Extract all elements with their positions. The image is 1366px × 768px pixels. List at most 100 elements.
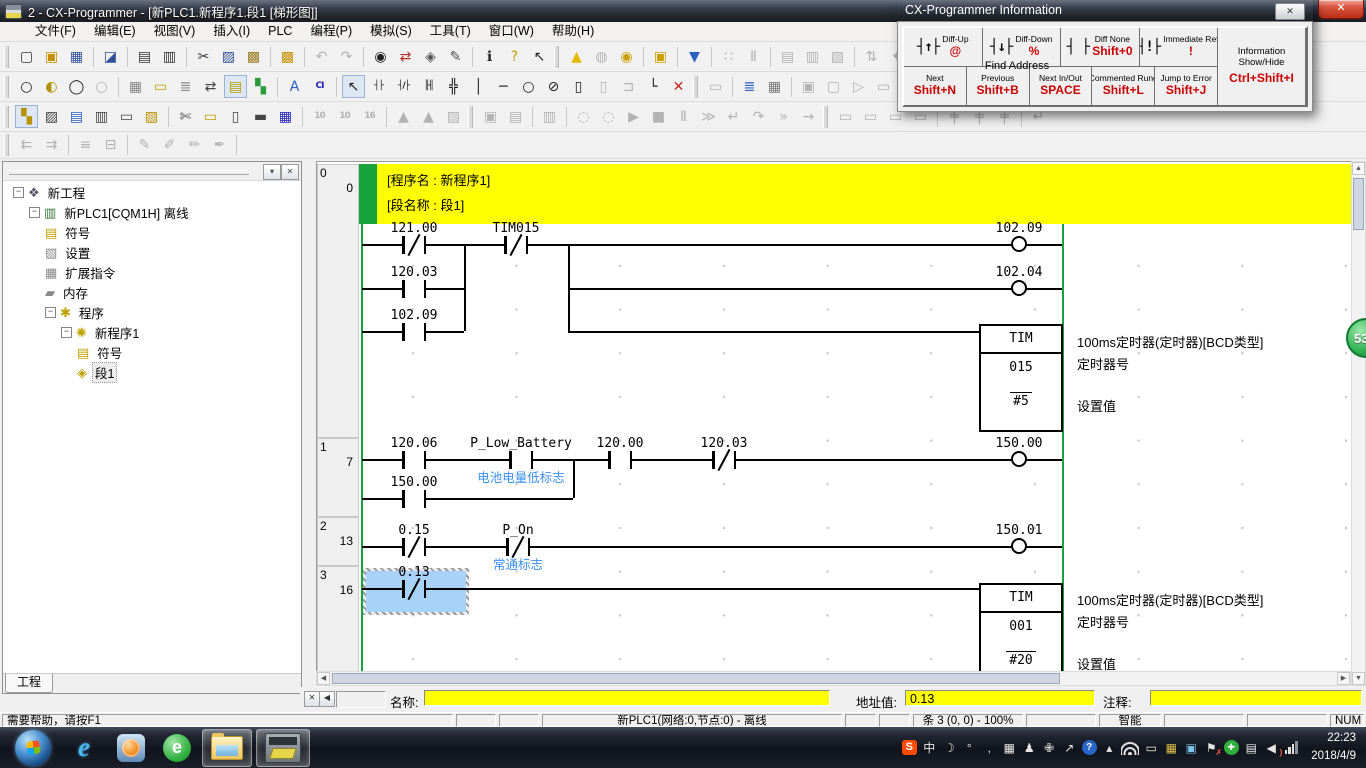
sogou-input-icon[interactable]: S: [901, 739, 917, 757]
tools-tray-icon[interactable]: ✙: [1041, 739, 1057, 757]
network-signal-icon[interactable]: [1283, 741, 1299, 754]
ladder-output-coil[interactable]: [1011, 451, 1027, 467]
print-preview-icon[interactable]: ▥: [158, 45, 181, 68]
paste-attribute-icon[interactable]: ▩: [276, 45, 299, 68]
work-online-icon[interactable]: ▼: [683, 45, 706, 68]
about-icon[interactable]: ℹ: [478, 45, 501, 68]
zoom-tool-icon[interactable]: ○: [15, 75, 38, 98]
cut-icon[interactable]: ✂: [192, 45, 215, 68]
tree-item-new-project[interactable]: −❖新工程: [3, 182, 301, 202]
horizontal-line-icon[interactable]: ─: [492, 75, 515, 98]
properties-icon[interactable]: ▧: [140, 105, 163, 128]
tree-item-expansion-instructions[interactable]: ▦扩展指令: [3, 262, 301, 282]
new-document-icon[interactable]: ▢: [15, 45, 38, 68]
taskmgr-tray-icon[interactable]: ▦: [1163, 739, 1179, 757]
tree-item-plc-device[interactable]: −▥新PLC1[CQM1H] 离线: [3, 202, 301, 222]
chevron-down-icon[interactable]: ▾: [263, 164, 281, 180]
cx-programmer-taskbar-icon[interactable]: [256, 729, 310, 767]
menu-item[interactable]: 文件(F): [26, 22, 85, 41]
save-project-icon[interactable]: ▦: [65, 45, 88, 68]
contact-no-icon[interactable]: ┤├: [367, 75, 390, 98]
ci-instruction-icon[interactable]: CI: [308, 75, 331, 98]
replace-icon[interactable]: ⇄: [394, 45, 417, 68]
ladder-horizontal-scrollbar[interactable]: ◀ ▶: [316, 671, 1351, 686]
ladder-contact-no[interactable]: [608, 451, 632, 469]
name-input[interactable]: [424, 690, 830, 706]
context-help-icon[interactable]: ↖: [528, 45, 551, 68]
or-contact-nc-icon[interactable]: ╬: [442, 75, 465, 98]
tree-item-settings[interactable]: ▧设置: [3, 242, 301, 262]
scroll-right-icon[interactable]: ▶: [1337, 672, 1350, 685]
expand-toggle-icon[interactable]: −: [29, 207, 40, 218]
vertical-down-icon[interactable]: └: [642, 75, 665, 98]
scroll-up-icon[interactable]: ▲: [1352, 162, 1365, 175]
popup-close-button[interactable]: ✕: [1275, 3, 1305, 20]
data-trace-icon[interactable]: ▦: [763, 75, 786, 98]
workspace-tree-icon[interactable]: ▚: [249, 75, 272, 98]
ladder-output-coil[interactable]: [1011, 280, 1027, 296]
cross-reference-icon[interactable]: ▭: [115, 105, 138, 128]
user-tray-icon[interactable]: ♟: [1021, 739, 1037, 757]
tree-item-new-program-1[interactable]: −✺新程序1: [3, 322, 301, 342]
width-mode-icon[interactable]: °: [961, 739, 977, 757]
clipboard-tray-icon[interactable]: ▤: [1243, 739, 1259, 757]
horizontal-scroll-thumb[interactable]: [332, 673, 1060, 684]
print-icon[interactable]: ▤: [133, 45, 156, 68]
wmp-icon[interactable]: [117, 730, 145, 766]
output-window-icon[interactable]: ▬: [249, 105, 272, 128]
rung-margin-3[interactable]: 316: [317, 566, 359, 671]
share-tray-icon[interactable]: ↗: [1061, 739, 1077, 757]
or-contact-no-icon[interactable]: ╟╢: [417, 75, 440, 98]
ladder-view-icon[interactable]: ▚: [15, 105, 38, 128]
ladder-output-coil[interactable]: [1011, 236, 1027, 252]
contact-nc-icon[interactable]: ┤/├: [392, 75, 415, 98]
symbol-window-icon[interactable]: ▤: [65, 105, 88, 128]
mnemonic-view-icon[interactable]: ▨: [40, 105, 63, 128]
grid-toggle-icon[interactable]: ▦: [124, 75, 147, 98]
rung-comment-banner[interactable]: [程序名 : 新程序1][段名称 : 段1]: [377, 164, 1351, 224]
ladder-instruction-box[interactable]: TIM001#20: [979, 583, 1063, 671]
menu-item[interactable]: 编辑(E): [85, 22, 145, 41]
ladder-contact-nc[interactable]: [712, 451, 736, 469]
ladder-contact-nc[interactable]: [402, 236, 426, 254]
antivirus-360-icon[interactable]: ✚: [1223, 739, 1239, 757]
action-center-flag-icon[interactable]: ⚑✗: [1203, 739, 1219, 757]
ladder-contact-nc[interactable]: [504, 236, 528, 254]
rung-margin-0[interactable]: 00: [317, 164, 359, 438]
browser-360-icon[interactable]: [163, 730, 191, 766]
ladder-contact-no[interactable]: [402, 323, 426, 341]
rung-comment-icon[interactable]: ▭: [149, 75, 172, 98]
vertical-scroll-thumb[interactable]: [1353, 178, 1364, 230]
ladder-contact-nc[interactable]: [402, 580, 426, 598]
menu-item[interactable]: PLC: [259, 22, 301, 41]
delete-line-icon[interactable]: ✕: [667, 75, 690, 98]
compile-preview-icon[interactable]: ◪: [99, 45, 122, 68]
rung-margin-1[interactable]: 17: [317, 438, 359, 517]
symbol-bar-icon[interactable]: ▤: [224, 75, 247, 98]
moon-theme-icon[interactable]: ☽: [941, 739, 957, 757]
menu-item[interactable]: 视图(V): [145, 22, 205, 41]
menu-item[interactable]: 工具(T): [421, 22, 480, 41]
image-tool-tray-icon[interactable]: ▣: [1183, 739, 1199, 757]
menu-item[interactable]: 帮助(H): [543, 22, 603, 41]
instruction-box-icon[interactable]: ▯: [567, 75, 590, 98]
io-multipoint-icon[interactable]: ▯: [224, 105, 247, 128]
transfer-to-plc-icon[interactable]: ▣: [649, 45, 672, 68]
menu-item[interactable]: 窗口(W): [480, 22, 543, 41]
workspace-grip[interactable]: [9, 170, 249, 175]
watch-window-icon[interactable]: ▦: [274, 105, 297, 128]
copy-icon[interactable]: ▨: [217, 45, 240, 68]
scroll-down-icon[interactable]: ▼: [1352, 672, 1365, 685]
scroll-left-icon[interactable]: ◀: [317, 672, 330, 685]
menu-item[interactable]: 编程(P): [301, 22, 361, 41]
address-reference-tool-icon[interactable]: ▭: [199, 105, 222, 128]
find-replace-icon[interactable]: ◈: [419, 45, 442, 68]
back-icon[interactable]: ◀: [319, 691, 335, 707]
find-report-icon[interactable]: ◉: [615, 45, 638, 68]
expand-toggle-icon[interactable]: −: [61, 327, 72, 338]
help-icon[interactable]: ?: [503, 45, 526, 68]
select-mode-icon[interactable]: ↖: [342, 75, 365, 98]
wifi-icon[interactable]: [1121, 741, 1139, 755]
ladder-vertical-scrollbar[interactable]: ▲ ▼: [1351, 161, 1366, 686]
popup-title-bar[interactable]: CX-Programmer Information: [897, 0, 1313, 21]
